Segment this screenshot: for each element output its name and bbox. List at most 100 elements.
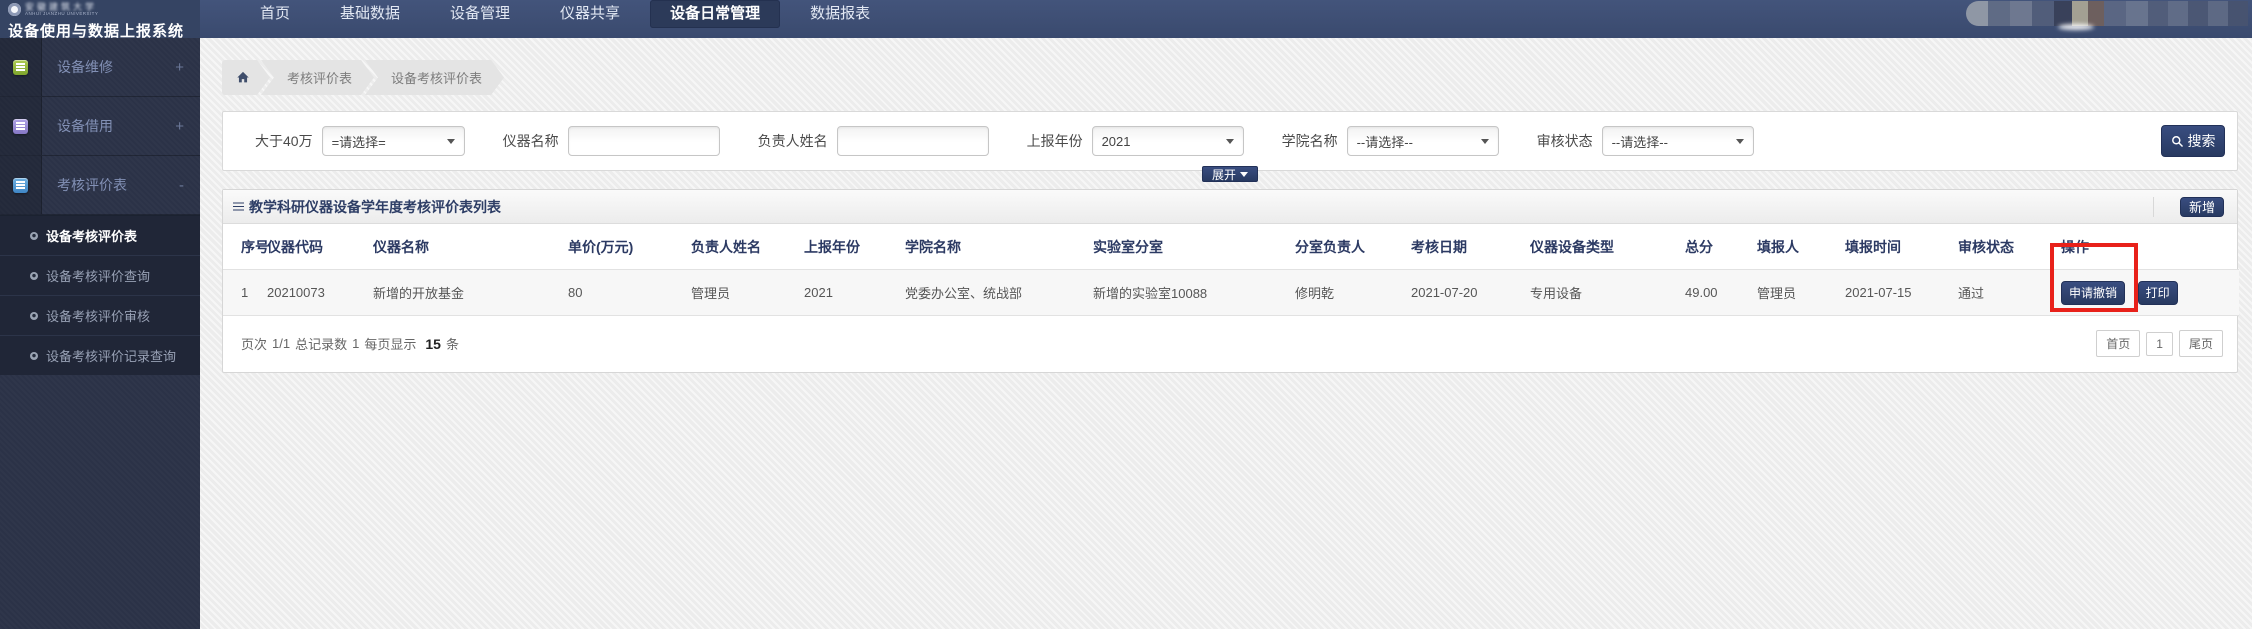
breadcrumb: 考核评价表 设备考核评价表 — [222, 60, 2238, 95]
col-header: 分室负责人 — [1295, 224, 1411, 270]
add-new-button[interactable]: 新增 — [2180, 197, 2224, 217]
sidebar-item-assessment-query[interactable]: 设备考核评价查询 — [0, 255, 200, 295]
breadcrumb-item[interactable]: 设备考核评价表 — [365, 60, 504, 95]
col-header: 仪器设备类型 — [1530, 224, 1685, 270]
cell-code: 20210073 — [267, 270, 373, 316]
cell-lab-room: 新增的实验室10088 — [1093, 270, 1295, 316]
bullet-icon — [30, 232, 38, 240]
expand-filters-button[interactable]: 展开 — [1202, 166, 1258, 182]
col-header: 学院名称 — [905, 224, 1093, 270]
chevron-down-icon — [447, 139, 455, 144]
breadcrumb-item[interactable]: 考核评价表 — [261, 60, 374, 95]
cell-score: 49.00 — [1685, 270, 1757, 316]
chevron-down-icon — [1481, 139, 1489, 144]
cell-college: 党委办公室、统战部 — [905, 270, 1093, 316]
nav-item-basic-data[interactable]: 基础数据 — [320, 0, 420, 28]
last-page-button[interactable]: 尾页 — [2179, 330, 2223, 357]
first-page-button[interactable]: 首页 — [2096, 330, 2140, 357]
sidebar-submenu: 设备考核评价表 设备考核评价查询 设备考核评价审核 设备考核评价记录查询 — [0, 215, 200, 375]
user-info-redacted-avatar[interactable] — [1966, 1, 2248, 26]
col-header: 审核状态 — [1958, 224, 2061, 270]
sidebar-group-repair[interactable]: 设备维修 + — [0, 38, 200, 97]
pagination-bar: 页次 1/1 总记录数 1 每页显示 15 条 首页 1 尾页 — [223, 316, 2237, 372]
main-content: 考核评价表 设备考核评价表 大于40万 =请选择= 仪器名称 负责人姓名 上报年 — [200, 38, 2252, 629]
col-header: 总分 — [1685, 224, 1757, 270]
chevron-down-icon — [1736, 139, 1744, 144]
pagination-summary: 页次 1/1 总记录数 1 每页显示 15 条 — [241, 334, 464, 353]
col-header: 填报时间 — [1845, 224, 1958, 270]
nav-item-data-report[interactable]: 数据报表 — [790, 0, 890, 28]
panel-title: 教学科研仪器设备学年度考核评价表列表 — [249, 197, 501, 217]
sidebar-group-label: 设备维修 — [42, 57, 175, 77]
sidebar: 设备维修 + 设备借用 + 考核评价表 - 设备考核评价表 设备考核评价查询 — [0, 38, 200, 629]
breadcrumb-home[interactable] — [222, 60, 270, 95]
sidebar-group-assessment[interactable]: 考核评价表 - — [0, 156, 200, 215]
filter-college-label: 学院名称 — [1282, 131, 1338, 151]
col-header: 填报人 — [1757, 224, 1845, 270]
college-select[interactable]: --请选择-- — [1347, 126, 1499, 156]
assessment-list-panel: 教学科研仪器设备学年度考核评价表列表 新增 序号 仪器代码 仪器名称 单价( — [222, 189, 2238, 373]
divider — [2153, 197, 2154, 217]
collapse-minus-icon[interactable]: - — [179, 177, 200, 194]
nav-item-daily-mgmt-active[interactable]: 设备日常管理 — [650, 0, 780, 28]
col-header: 操作 — [2061, 224, 2239, 270]
expand-plus-icon[interactable]: + — [175, 59, 200, 76]
audit-status-select[interactable]: --请选择-- — [1602, 126, 1754, 156]
nav-item-instrument-share[interactable]: 仪器共享 — [540, 0, 640, 28]
cell-filler: 管理员 — [1757, 270, 1845, 316]
manager-name-input[interactable] — [837, 126, 989, 156]
cell-device-type: 专用设备 — [1530, 270, 1685, 316]
current-page-button[interactable]: 1 — [2146, 332, 2173, 356]
panel-header: 教学科研仪器设备学年度考核评价表列表 新增 — [223, 190, 2237, 224]
filter-manager-label: 负责人姓名 — [758, 131, 828, 151]
cell-price: 80 — [568, 270, 691, 316]
cell-index: 1 — [223, 270, 267, 316]
list-icon — [233, 206, 244, 208]
per-page-selector[interactable]: 15 — [425, 336, 441, 352]
col-header: 序号 — [223, 224, 267, 270]
table-header-row: 序号 仪器代码 仪器名称 单价(万元) 负责人姓名 上报年份 学院名称 实验室分… — [223, 224, 2239, 270]
price-select[interactable]: =请选择= — [322, 126, 465, 156]
assessment-menu-icon — [13, 178, 28, 193]
col-header: 考核日期 — [1411, 224, 1530, 270]
cell-fill-time: 2021-07-15 — [1845, 270, 1958, 316]
cell-name: 新增的开放基金 — [373, 270, 568, 316]
col-header: 仪器名称 — [373, 224, 568, 270]
home-icon — [236, 71, 250, 84]
sidebar-item-assessment-form[interactable]: 设备考核评价表 — [0, 215, 200, 255]
university-name-en: ANHUI JIANZHU UNIVERSITY — [25, 12, 98, 17]
nav-menu: 首页 基础数据 设备管理 仪器共享 设备日常管理 数据报表 — [240, 0, 900, 28]
sidebar-group-borrow[interactable]: 设备借用 + — [0, 97, 200, 156]
expand-plus-icon[interactable]: + — [175, 118, 200, 135]
brand-block: 安徽建筑大学 ANHUI JIANZHU UNIVERSITY 设备使用与数据上… — [0, 0, 200, 38]
pagination-controls: 首页 1 尾页 — [2090, 330, 2223, 357]
nav-item-home[interactable]: 首页 — [240, 0, 310, 28]
print-button[interactable]: 打印 — [2138, 281, 2178, 305]
nav-item-device-mgmt[interactable]: 设备管理 — [430, 0, 530, 28]
cell-room-manager: 修明乾 — [1295, 270, 1411, 316]
bullet-icon — [30, 352, 38, 360]
search-button[interactable]: 搜索 — [2161, 125, 2225, 157]
cell-manager: 管理员 — [691, 270, 804, 316]
filter-panel: 大于40万 =请选择= 仪器名称 负责人姓名 上报年份 2021 — [222, 111, 2238, 171]
filter-instrument-label: 仪器名称 — [503, 131, 559, 151]
bullet-icon — [30, 272, 38, 280]
report-year-select[interactable]: 2021 — [1092, 126, 1244, 156]
assessment-table: 序号 仪器代码 仪器名称 单价(万元) 负责人姓名 上报年份 学院名称 实验室分… — [223, 224, 2239, 316]
revoke-request-button[interactable]: 申请撤销 — [2061, 281, 2125, 305]
col-header: 上报年份 — [804, 224, 905, 270]
cell-assess-date: 2021-07-20 — [1411, 270, 1530, 316]
bullet-icon — [30, 312, 38, 320]
sidebar-item-assessment-audit[interactable]: 设备考核评价审核 — [0, 295, 200, 335]
filter-audit-label: 审核状态 — [1537, 131, 1593, 151]
instrument-name-input[interactable] — [568, 126, 720, 156]
sidebar-item-assessment-record-query[interactable]: 设备考核评价记录查询 — [0, 335, 200, 375]
sidebar-group-label: 考核评价表 — [42, 175, 179, 195]
repair-menu-icon — [13, 60, 28, 75]
cell-audit-status: 通过 — [1958, 270, 2061, 316]
col-header: 负责人姓名 — [691, 224, 804, 270]
top-navbar: 安徽建筑大学 ANHUI JIANZHU UNIVERSITY 设备使用与数据上… — [0, 0, 2252, 38]
col-header: 实验室分室 — [1093, 224, 1295, 270]
cell-year: 2021 — [804, 270, 905, 316]
university-name-cn: 安徽建筑大学 — [25, 3, 106, 12]
